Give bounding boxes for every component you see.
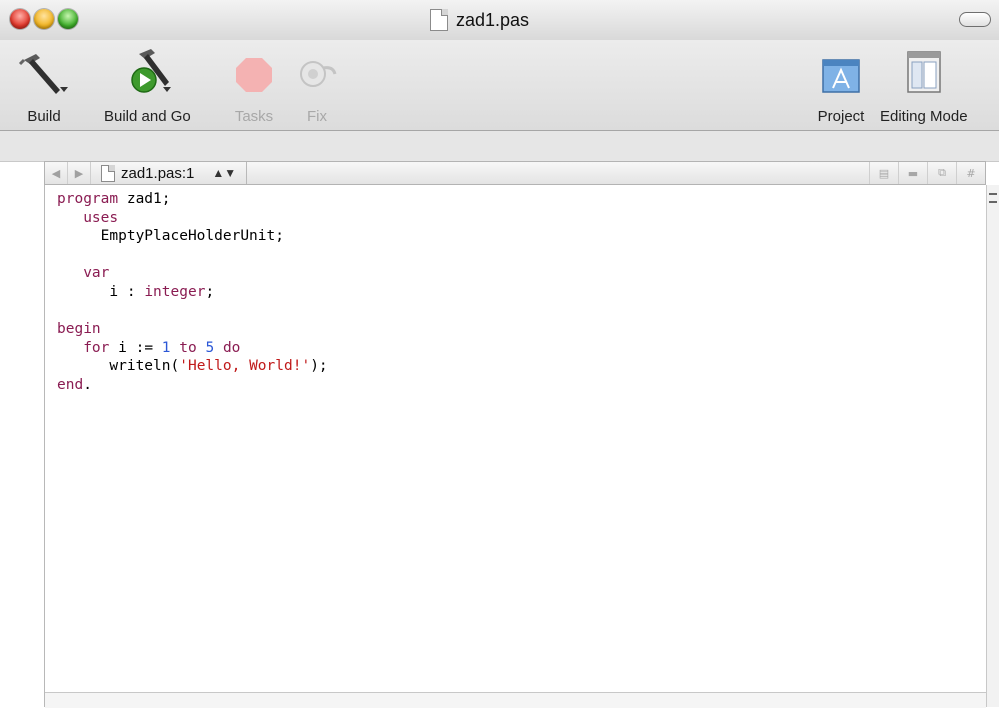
code-line: uses bbox=[57, 209, 328, 228]
updown-chevron-icon: ▲▼ bbox=[212, 166, 237, 180]
build-label: Build bbox=[27, 108, 61, 125]
code-token: i bbox=[118, 339, 127, 356]
code-token: . bbox=[83, 376, 92, 393]
fix-label: Fix bbox=[307, 108, 327, 125]
code-line: begin bbox=[57, 320, 328, 339]
forward-arrow-button[interactable]: ▶ bbox=[68, 162, 91, 184]
code-line: program zad1; bbox=[57, 190, 328, 209]
code-token: EmptyPlaceHolderUnit bbox=[100, 228, 276, 245]
code-token: ); bbox=[310, 358, 328, 375]
editing-mode-label: Editing Mode bbox=[880, 108, 968, 125]
includes-popup-button[interactable]: # bbox=[956, 162, 985, 184]
editor-navigation-bar: ◀ ▶ zad1.pas:1 ▲▼ ▤ ▬ ⧉ # bbox=[44, 161, 986, 185]
code-line: var bbox=[57, 264, 328, 283]
horizontal-scrollbar[interactable] bbox=[45, 692, 986, 708]
code-editor[interactable]: program zad1; uses EmptyPlaceHolderUnit;… bbox=[45, 185, 985, 692]
tasks-label: Tasks bbox=[234, 108, 274, 125]
fix-button[interactable]: Fix bbox=[289, 46, 345, 125]
build-and-go-label: Build and Go bbox=[104, 108, 191, 125]
code-token: integer bbox=[144, 283, 206, 300]
build-button[interactable]: Build bbox=[16, 46, 72, 125]
code-token: to bbox=[179, 339, 197, 356]
code-token: : bbox=[118, 283, 145, 300]
toolbar-toggle-button[interactable] bbox=[959, 12, 991, 27]
toolbar: Build Build and Go Tasks Fix Project Edi… bbox=[0, 40, 999, 131]
code-token: ; bbox=[275, 228, 284, 245]
split-grip-icon[interactable] bbox=[989, 193, 997, 203]
code-token: writeln bbox=[109, 358, 171, 375]
vertical-scrollbar[interactable] bbox=[986, 185, 999, 707]
code-token: do bbox=[222, 339, 241, 356]
document-icon bbox=[101, 164, 115, 182]
back-arrow-button[interactable]: ◀ bbox=[45, 162, 68, 184]
line-gutter bbox=[8, 185, 45, 707]
hammer-play-icon bbox=[119, 46, 175, 98]
code-token: uses bbox=[83, 209, 119, 226]
code-token: var bbox=[83, 265, 110, 282]
breakpoints-popup-button[interactable]: ▬ bbox=[898, 162, 927, 184]
project-button[interactable]: Project bbox=[813, 46, 869, 125]
code-token: zad1 bbox=[126, 191, 162, 207]
zoom-window-button[interactable] bbox=[58, 9, 78, 29]
code-token: program bbox=[57, 191, 119, 207]
close-window-button[interactable] bbox=[10, 9, 30, 29]
code-line: end. bbox=[57, 376, 328, 395]
code-text[interactable]: program zad1; uses EmptyPlaceHolderUnit;… bbox=[57, 190, 328, 395]
title-bar: zad1.pas bbox=[0, 0, 999, 41]
editing-mode-button[interactable]: Editing Mode bbox=[880, 46, 968, 125]
stop-sign-icon bbox=[226, 46, 282, 98]
code-token: for bbox=[83, 339, 110, 356]
project-icon bbox=[813, 46, 869, 98]
hammer-icon bbox=[16, 46, 72, 98]
code-token: i bbox=[109, 283, 119, 300]
window-title: zad1.pas bbox=[456, 9, 530, 30]
code-token: ( bbox=[170, 358, 180, 375]
bandage-icon bbox=[289, 46, 345, 98]
file-location-label: zad1.pas:1 bbox=[121, 164, 195, 182]
code-line: writeln('Hello, World!'); bbox=[57, 357, 328, 376]
window-title-group: zad1.pas bbox=[430, 6, 529, 34]
tasks-button[interactable]: Tasks bbox=[226, 46, 282, 125]
toolbar-separator-band bbox=[0, 131, 999, 162]
dropdown-arrow-icon bbox=[163, 87, 172, 92]
editing-mode-icon bbox=[896, 46, 952, 98]
dropdown-arrow-icon bbox=[60, 87, 68, 92]
code-line: EmptyPlaceHolderUnit; bbox=[57, 227, 328, 246]
code-token: end bbox=[57, 376, 84, 393]
code-token: ; bbox=[161, 191, 171, 207]
code-token: 1 bbox=[161, 339, 171, 356]
code-token: := bbox=[126, 339, 162, 356]
code-token: ; bbox=[205, 283, 215, 300]
code-line: i : integer; bbox=[57, 283, 328, 302]
navbar-right-buttons: ▤ ▬ ⧉ # bbox=[869, 162, 985, 184]
file-popup-button[interactable]: zad1.pas:1 ▲▼ bbox=[91, 162, 248, 184]
counterpart-button[interactable]: ⧉ bbox=[927, 162, 956, 184]
document-icon bbox=[430, 9, 448, 31]
build-and-go-button[interactable]: Build and Go bbox=[104, 46, 191, 125]
code-token: 'Hello, World!' bbox=[179, 358, 311, 375]
minimize-window-button[interactable] bbox=[34, 9, 54, 29]
code-token: 5 bbox=[205, 339, 215, 356]
project-label: Project bbox=[817, 108, 865, 125]
code-token: begin bbox=[57, 321, 101, 338]
code-line: for i := 1 to 5 do bbox=[57, 339, 328, 358]
bookmarks-popup-button[interactable]: ▤ bbox=[869, 162, 898, 184]
